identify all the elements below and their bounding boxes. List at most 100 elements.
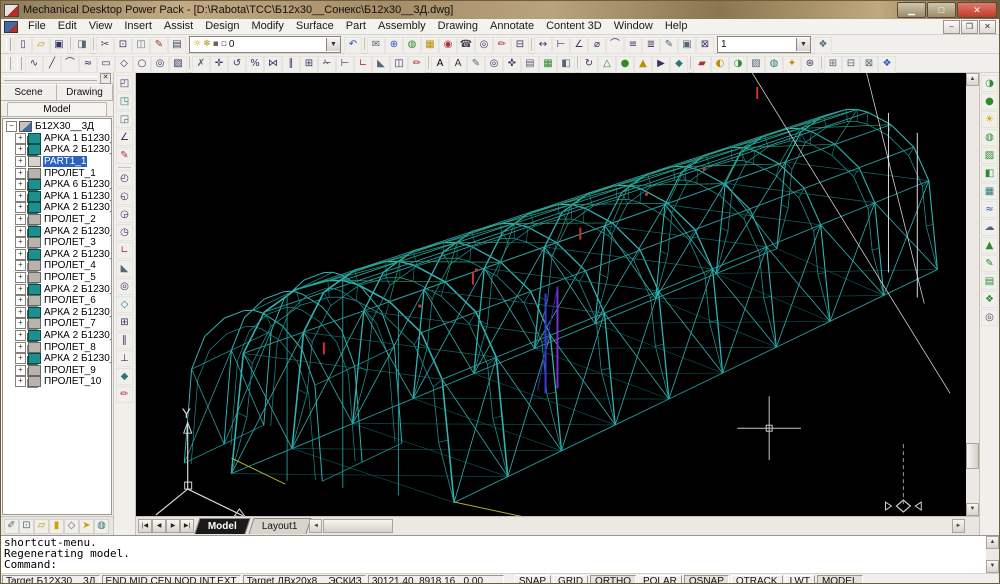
part-edit-button[interactable]: ▰ — [693, 56, 711, 73]
menu-annotate[interactable]: Annotate — [484, 20, 540, 32]
menu-view[interactable]: View — [83, 20, 119, 32]
browser-arrow-button[interactable]: ➤ — [79, 519, 94, 534]
dim-edit-button[interactable]: ✎ — [660, 37, 678, 54]
wedge-button[interactable]: ▶ — [652, 56, 670, 73]
tree-item-19[interactable]: +ПРОЛЕТ_8 — [3, 341, 111, 353]
dim-break-button[interactable]: ⊠ — [696, 37, 714, 54]
menu-assist[interactable]: Assist — [158, 20, 199, 32]
command-scroll-down-icon[interactable]: ▼ — [986, 560, 999, 573]
scroll-left-icon[interactable]: ◄ — [309, 519, 322, 533]
horizontal-scroll-thumb[interactable] — [323, 519, 393, 533]
minimize-button[interactable]: ▁ — [897, 2, 926, 18]
menu-insert[interactable]: Insert — [118, 20, 158, 32]
status-toggle-ortho[interactable]: ORTHO — [590, 575, 636, 584]
sweep-button[interactable]: ◶ — [116, 206, 133, 223]
open-button[interactable]: ▱ — [32, 37, 50, 54]
tab-drawing[interactable]: Drawing — [57, 84, 113, 100]
layer-dropdown-arrow-icon[interactable]: ▼ — [326, 38, 340, 51]
pattern-button[interactable]: ▨ — [747, 56, 765, 73]
panel-close-icon[interactable]: ✕ — [100, 73, 111, 84]
tree-item-18[interactable]: +АРКА 2 Б1230_8 — [3, 330, 111, 342]
chamfer-3d-button[interactable]: ◣ — [116, 260, 133, 277]
menu-file[interactable]: File — [22, 20, 52, 32]
table-button[interactable]: ◧ — [557, 56, 575, 73]
lights-button[interactable]: ☀ — [981, 111, 998, 128]
status-toggle-otrack[interactable]: OTRACK — [731, 575, 783, 584]
line-button[interactable]: ╱ — [43, 56, 61, 73]
tree-item-0[interactable]: −Б12X30__3Д — [3, 121, 111, 133]
extend-button[interactable]: ⊢ — [336, 56, 354, 73]
menu-help[interactable]: Help — [659, 20, 694, 32]
tree-expand-icon[interactable]: + — [15, 307, 26, 318]
mtext-button[interactable]: A — [449, 56, 467, 73]
pan-button[interactable]: ✜ — [503, 56, 521, 73]
tree-item-3[interactable]: +PART1_1 — [3, 156, 111, 168]
vertical-scroll-thumb[interactable] — [966, 443, 979, 469]
status-toggle-lwt[interactable]: LWT — [785, 575, 815, 584]
sketch-2d-button[interactable]: ◲ — [116, 111, 133, 128]
mdi-restore-button[interactable]: ❐ — [961, 20, 978, 34]
scale-button[interactable]: % — [246, 56, 264, 73]
render-button[interactable]: ◑ — [981, 75, 998, 92]
tab-scene[interactable]: Scene — [1, 84, 57, 100]
menu-design[interactable]: Design — [199, 20, 245, 32]
hyperlink-button[interactable]: ⊕ — [385, 37, 403, 54]
landscape-edit-button[interactable]: ✎ — [981, 255, 998, 272]
browser-world-button[interactable]: ◍ — [94, 519, 109, 534]
menu-drawing[interactable]: Drawing — [432, 20, 484, 32]
drawing-file-icon[interactable] — [4, 21, 18, 33]
tree-item-15[interactable]: +ПРОЛЕТ_6 — [3, 295, 111, 307]
erase-button[interactable]: ✗ — [192, 56, 210, 73]
tree-expand-icon[interactable]: + — [15, 376, 26, 387]
tree-item-21[interactable]: +ПРОЛЕТ_9 — [3, 364, 111, 376]
tree-expand-icon[interactable]: + — [15, 179, 26, 190]
menu-modify[interactable]: Modify — [245, 20, 289, 32]
tree-expand-icon[interactable]: + — [15, 342, 26, 353]
grid-x-button[interactable]: ⊠ — [860, 56, 878, 73]
toolbar-grip[interactable] — [6, 57, 11, 70]
tree-expand-icon[interactable]: + — [15, 237, 26, 248]
text-button[interactable]: A — [431, 56, 449, 73]
tree-expand-icon[interactable]: + — [15, 330, 26, 341]
offset-button[interactable]: ∥ — [282, 56, 300, 73]
dim-chain-button[interactable]: ≣ — [642, 37, 660, 54]
tree-expand-icon[interactable]: + — [15, 156, 26, 167]
tree-item-22[interactable]: +ПРОЛЕТ_10 — [3, 376, 111, 388]
profile-button[interactable]: ∠ — [116, 129, 133, 146]
asterisk-button[interactable]: ⊛ — [801, 56, 819, 73]
dim-arc-button[interactable]: ⌒ — [606, 37, 624, 54]
dim-angular-button[interactable]: ∠ — [570, 37, 588, 54]
tree-item-5[interactable]: +АРКА 6 Б1230_1 — [3, 179, 111, 191]
tree-expand-icon[interactable]: + — [15, 249, 26, 260]
scroll-right-icon[interactable]: ► — [952, 519, 965, 533]
tree-expand-icon[interactable]: + — [15, 284, 26, 295]
matchprop-button[interactable]: ✎ — [150, 37, 168, 54]
break-button[interactable]: ◫ — [390, 56, 408, 73]
command-scroll-up-icon[interactable]: ▲ — [986, 536, 999, 549]
tree-expand-icon[interactable]: + — [15, 144, 26, 155]
grid-minus-button[interactable]: ⊟ — [842, 56, 860, 73]
tab-model-sheet[interactable]: Model — [194, 518, 250, 534]
edit-text-button[interactable]: ✎ — [467, 56, 485, 73]
panel-grip[interactable] — [4, 76, 97, 81]
scenes-button[interactable]: ◍ — [981, 129, 998, 146]
tree-expand-icon[interactable]: + — [15, 272, 26, 283]
tree-item-20[interactable]: +АРКА 2 Б1230_9 — [3, 353, 111, 365]
pedit-button[interactable]: ✏ — [408, 56, 426, 73]
tree-expand-icon[interactable]: + — [15, 133, 26, 144]
close-button[interactable]: ✕ — [957, 2, 997, 18]
shell-button[interactable]: ◇ — [116, 296, 133, 313]
status-toggle-snap[interactable]: SNAP — [514, 575, 551, 584]
trim-button[interactable]: ✁ — [318, 56, 336, 73]
dim-radius-button[interactable]: ⌀ — [588, 37, 606, 54]
browser-folder-button[interactable]: ▱ — [34, 519, 49, 534]
rotate-button[interactable]: ↺ — [228, 56, 246, 73]
donut-button[interactable]: ◎ — [151, 56, 169, 73]
tree-item-17[interactable]: +ПРОЛЕТ_7 — [3, 318, 111, 330]
cone-button[interactable]: ▲ — [634, 56, 652, 73]
drawing-canvas[interactable]: YXZ — [136, 73, 966, 516]
rectangle-button[interactable]: ▭ — [97, 56, 115, 73]
array-button[interactable]: ⊞ — [300, 56, 318, 73]
find-button[interactable]: ◎ — [475, 37, 493, 54]
dimstyle-dropdown-arrow-icon[interactable]: ▼ — [796, 38, 810, 51]
